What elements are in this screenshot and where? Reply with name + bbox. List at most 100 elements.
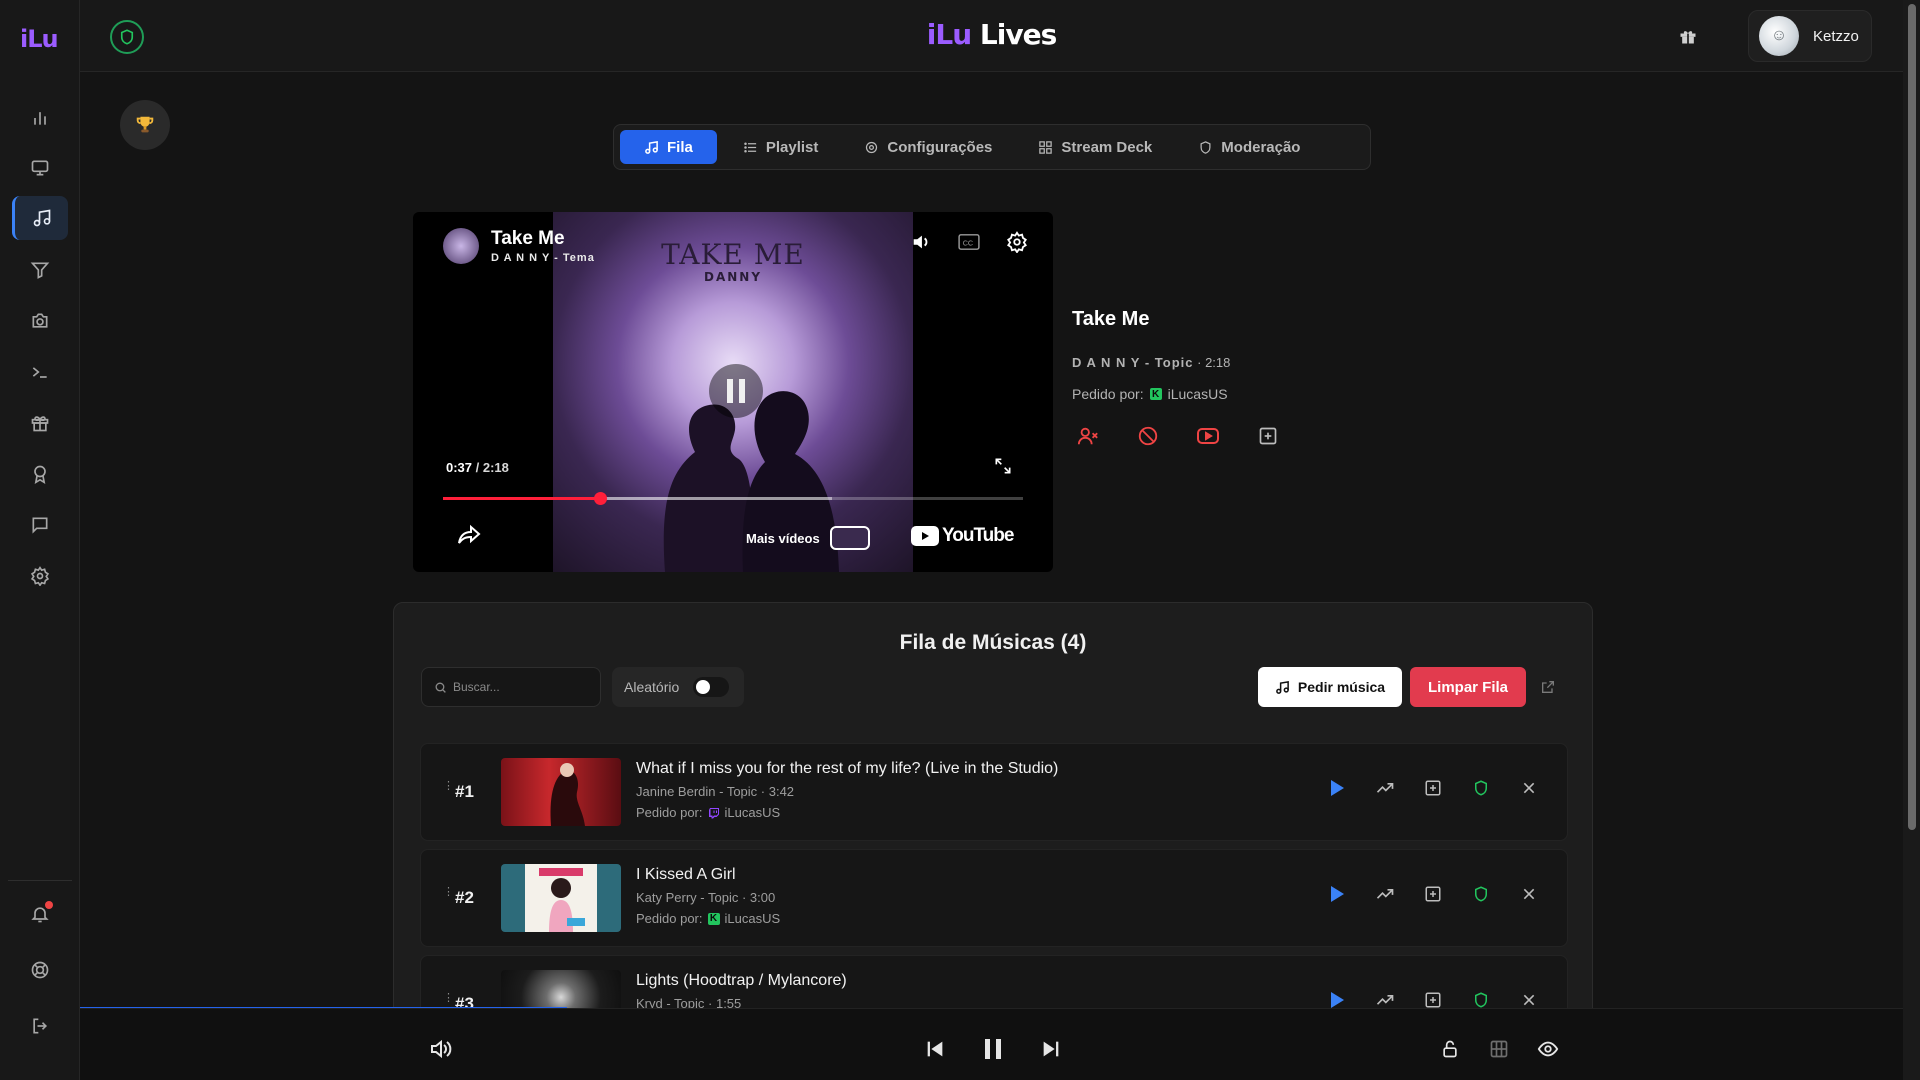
tab-bar: Fila Playlist Configurações Stream Deck … <box>613 124 1371 170</box>
skip-forward-icon <box>1040 1038 1062 1060</box>
remove-button[interactable] <box>1517 776 1541 800</box>
search-input[interactable]: Buscar... <box>453 680 500 694</box>
queue-row[interactable]: ⋮ #2 I Kissed A Girl Katy Perry - Topic … <box>420 849 1568 947</box>
sidebar-item-settings[interactable] <box>12 554 68 598</box>
now-playing-duration: 2:18 <box>1205 355 1231 370</box>
drag-handle-icon[interactable]: ⋮ <box>443 781 454 792</box>
brand-logo[interactable]: iLu Lives <box>927 18 1057 51</box>
drag-handle-icon[interactable]: ⋮ <box>443 887 454 898</box>
play-now-button[interactable] <box>1325 776 1349 800</box>
plus-square-icon <box>1424 991 1442 1009</box>
captions-button[interactable]: CC <box>953 226 985 258</box>
move-up-button[interactable] <box>1373 882 1397 906</box>
random-label: Aleatório <box>624 679 680 695</box>
user-menu[interactable]: ☺ Ketzzo <box>1748 10 1872 62</box>
visibility-button[interactable] <box>1534 1035 1562 1063</box>
music-note-icon <box>644 140 659 155</box>
video-player[interactable]: TAKE ME DANNY Take Me D A N N Y - Tema C… <box>413 212 1053 572</box>
video-title[interactable]: Take Me <box>491 228 595 250</box>
tab-playlist[interactable]: Playlist <box>723 130 839 164</box>
moderate-button[interactable] <box>1469 882 1493 906</box>
grid-view-button[interactable] <box>1485 1035 1513 1063</box>
pause-icon <box>725 378 747 404</box>
sidebar-item-dashboard[interactable] <box>12 96 68 140</box>
notification-dot <box>45 901 53 909</box>
drag-handle-icon[interactable]: ⋮ <box>443 993 454 1004</box>
music-note-icon <box>32 208 52 228</box>
video-volume-button[interactable] <box>905 226 937 258</box>
pause-button[interactable] <box>979 1035 1007 1063</box>
sidebar-item-awards[interactable] <box>12 452 68 496</box>
video-pause-button[interactable] <box>709 364 763 418</box>
now-playing-channel: D A N N Y - Topic <box>1072 355 1194 370</box>
random-toggle[interactable]: Aleatório <box>612 667 744 707</box>
video-settings-button[interactable] <box>1001 226 1033 258</box>
sidebar-item-overlay[interactable] <box>12 146 68 190</box>
sidebar-item-music[interactable] <box>12 196 68 240</box>
block-song-button[interactable] <box>1132 420 1164 452</box>
trophy-button[interactable] <box>120 100 170 150</box>
share-button[interactable] <box>457 524 481 546</box>
request-song-button[interactable]: Pedir música <box>1258 667 1402 707</box>
scrollbar-thumb[interactable] <box>1908 4 1916 830</box>
sidebar-item-camera[interactable] <box>12 299 68 343</box>
moderate-button[interactable] <box>1469 776 1493 800</box>
clear-queue-button[interactable]: Limpar Fila <box>1410 667 1526 707</box>
play-now-button[interactable] <box>1325 882 1349 906</box>
gift-button[interactable] <box>1672 20 1704 52</box>
queue-thumbnail <box>501 864 621 932</box>
volume-button[interactable] <box>426 1035 454 1063</box>
add-to-playlist-button[interactable] <box>1421 882 1445 906</box>
next-button[interactable] <box>1037 1035 1065 1063</box>
plus-square-icon <box>1424 885 1442 903</box>
grid-icon <box>1038 140 1053 155</box>
video-seek-bar[interactable] <box>443 492 1023 505</box>
video-header: Take Me D A N N Y - Tema <box>443 228 595 264</box>
sidebar-item-support[interactable] <box>12 948 68 992</box>
remove-button[interactable] <box>1517 882 1541 906</box>
music-note-icon <box>1275 680 1290 695</box>
page-scrollbar[interactable] <box>1903 0 1920 1080</box>
youtube-icon <box>1196 425 1220 447</box>
video-channel[interactable]: D A N N Y - Tema <box>491 252 595 264</box>
tab-fila[interactable]: Fila <box>620 130 717 164</box>
plus-square-icon <box>1424 779 1442 797</box>
shield-status-button[interactable] <box>110 20 144 54</box>
trending-up-icon <box>1375 884 1395 904</box>
add-to-playlist-button[interactable] <box>1421 776 1445 800</box>
fullscreen-button[interactable] <box>993 456 1013 476</box>
video-seek-knob[interactable] <box>593 492 607 505</box>
tab-label: Stream Deck <box>1061 138 1153 156</box>
ban-user-button[interactable] <box>1072 420 1104 452</box>
move-up-button[interactable] <box>1373 776 1397 800</box>
cover-artist: DANNY <box>703 270 763 284</box>
more-videos-button[interactable]: Mais vídeos <box>746 526 870 550</box>
sidebar-item-gifts[interactable] <box>12 401 68 445</box>
queue-channel: Janine Berdin - Topic <box>636 784 758 799</box>
random-switch[interactable] <box>693 677 730 697</box>
channel-avatar[interactable] <box>443 228 479 264</box>
open-external-button[interactable] <box>1540 679 1556 695</box>
now-playing-actions <box>1072 420 1284 452</box>
queue-song-meta: Katy Perry - Topic · 3:00 <box>636 890 776 905</box>
trophy-icon <box>134 114 156 136</box>
sidebar-item-chat[interactable] <box>12 503 68 547</box>
brand-lives: Lives <box>979 18 1057 51</box>
tab-configuracoes[interactable]: Configurações <box>844 130 1012 164</box>
tab-stream-deck[interactable]: Stream Deck <box>1018 130 1172 164</box>
previous-button[interactable] <box>921 1035 949 1063</box>
open-youtube-button[interactable] <box>1192 420 1224 452</box>
tab-moderacao[interactable]: Moderação <box>1178 130 1320 164</box>
sidebar-item-filter[interactable] <box>12 248 68 292</box>
sidebar-item-notifications[interactable] <box>12 892 68 936</box>
add-to-playlist-button[interactable] <box>1252 420 1284 452</box>
queue-search[interactable]: Buscar... <box>421 667 601 707</box>
avatar: ☺ <box>1759 16 1799 56</box>
youtube-logo[interactable]: YouTube <box>911 525 1014 547</box>
sidebar-item-logout[interactable] <box>12 1004 68 1048</box>
monitor-icon <box>30 158 50 178</box>
queue-row[interactable]: ⋮ #1 What if I miss you for the rest of … <box>420 743 1568 841</box>
sidebar-logo[interactable]: iLu <box>20 25 59 53</box>
sidebar-item-commands[interactable] <box>12 350 68 394</box>
lock-button[interactable] <box>1436 1035 1464 1063</box>
